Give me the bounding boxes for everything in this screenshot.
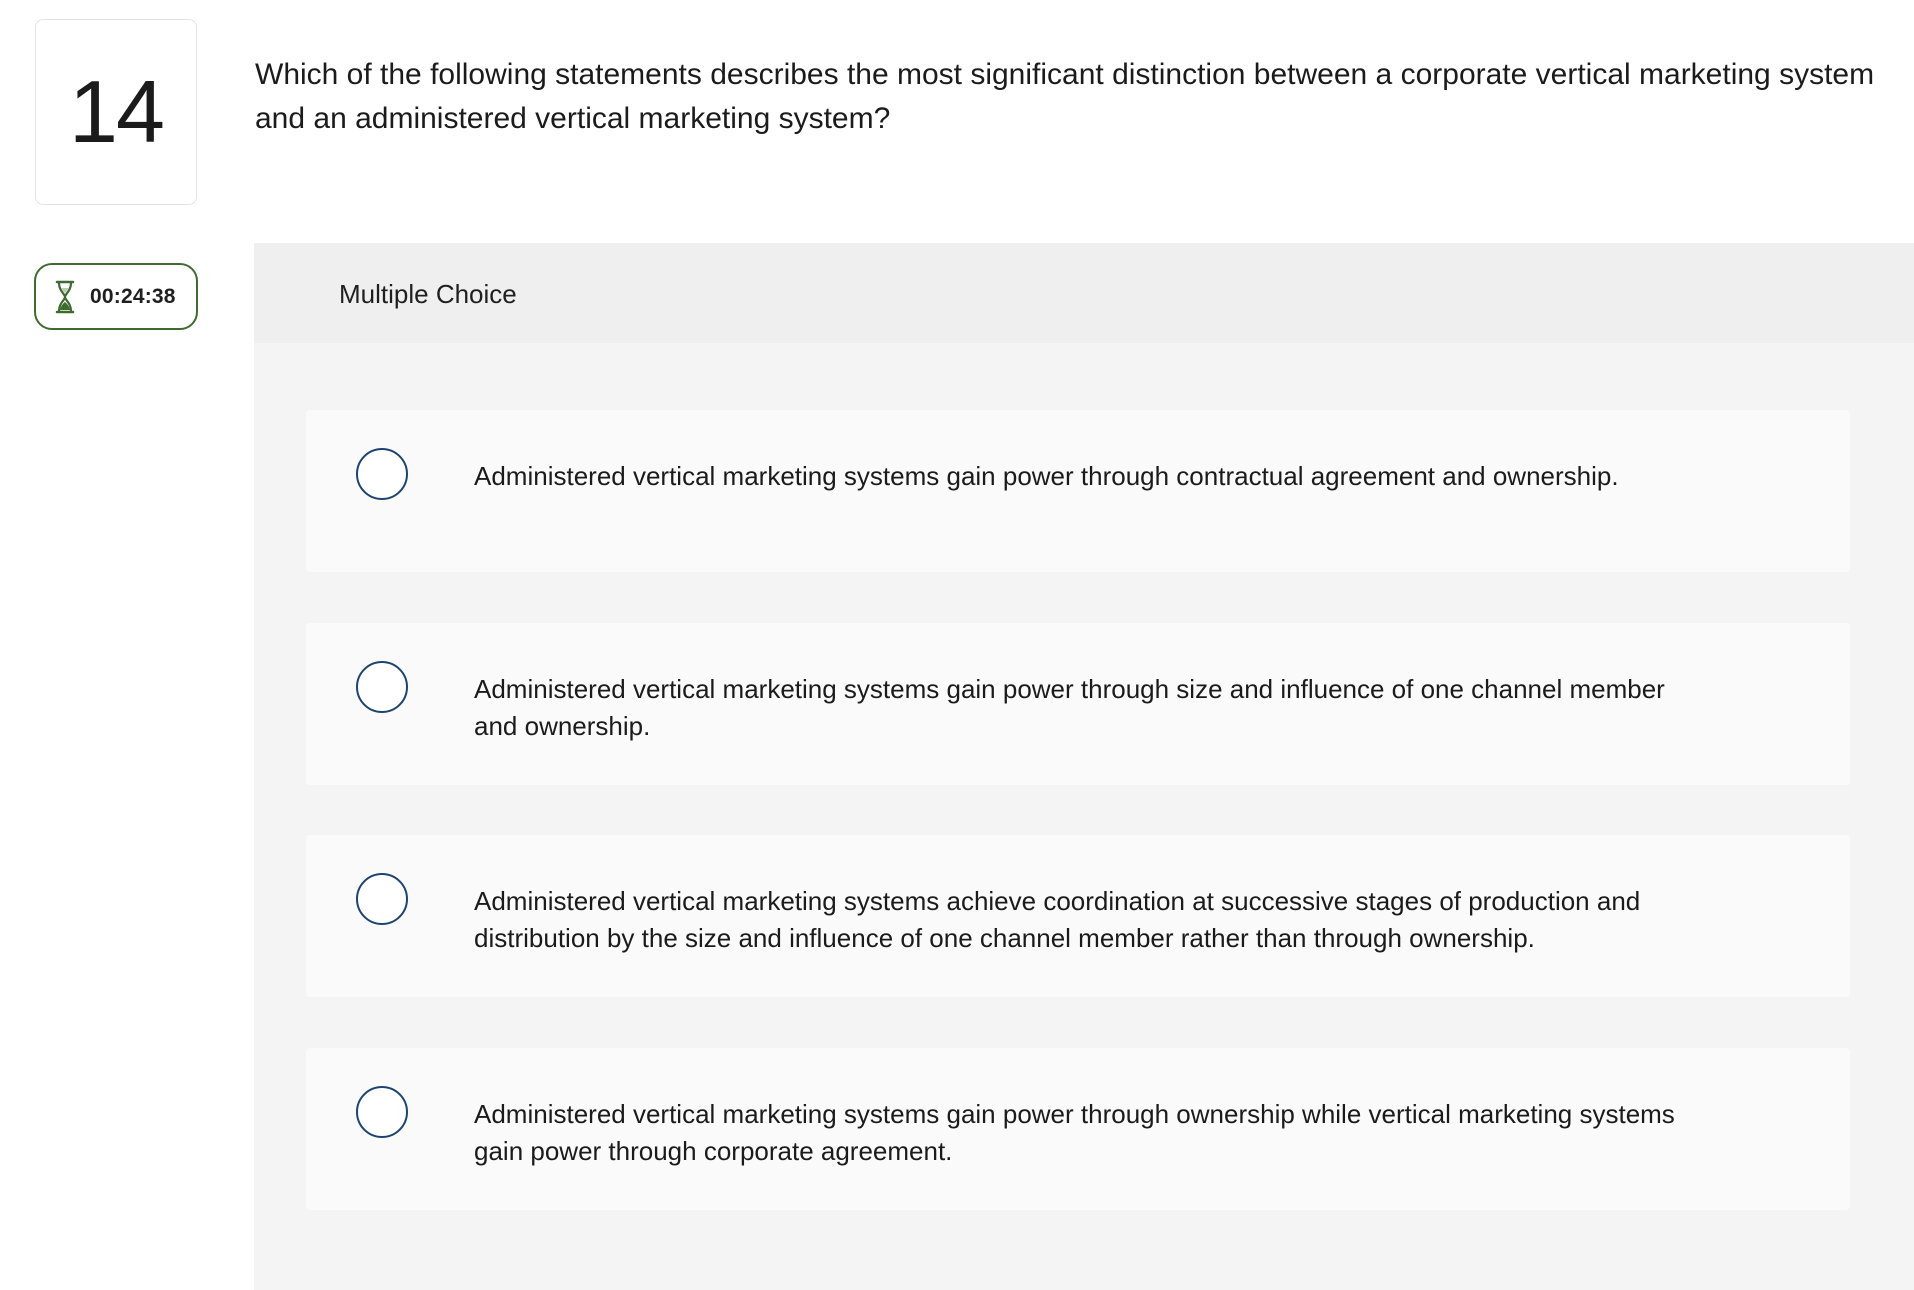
answer-option-3[interactable]: Administered vertical marketing systems … (306, 835, 1850, 997)
timer-badge: 00:24:38 (34, 263, 198, 330)
radio-button[interactable] (356, 448, 408, 500)
answer-option-1[interactable]: Administered vertical marketing systems … (306, 410, 1850, 572)
quiz-page: 14 00:24:38 Which of the following state… (0, 0, 1914, 1290)
answer-option-text: Administered vertical marketing systems … (474, 1099, 1675, 1166)
answer-option-text: Administered vertical marketing systems … (474, 461, 1619, 491)
answer-panel: Multiple Choice Administered vertical ma… (254, 243, 1914, 1290)
timer-value: 00:24:38 (90, 284, 176, 308)
question-number-box: 14 (35, 19, 197, 205)
question-number: 14 (69, 62, 165, 161)
answer-option-text: Administered vertical marketing systems … (474, 674, 1665, 741)
answer-option-2[interactable]: Administered vertical marketing systems … (306, 623, 1850, 785)
answer-option-text: Administered vertical marketing systems … (474, 886, 1641, 953)
radio-button[interactable] (356, 873, 408, 925)
hourglass-icon (54, 280, 76, 314)
radio-button[interactable] (356, 661, 408, 713)
answer-panel-header: Multiple Choice (254, 243, 1914, 343)
radio-button[interactable] (356, 1086, 408, 1138)
answer-option-4[interactable]: Administered vertical marketing systems … (306, 1048, 1850, 1210)
question-text: Which of the following statements descri… (255, 58, 1875, 135)
question-type-label: Multiple Choice (339, 279, 517, 309)
